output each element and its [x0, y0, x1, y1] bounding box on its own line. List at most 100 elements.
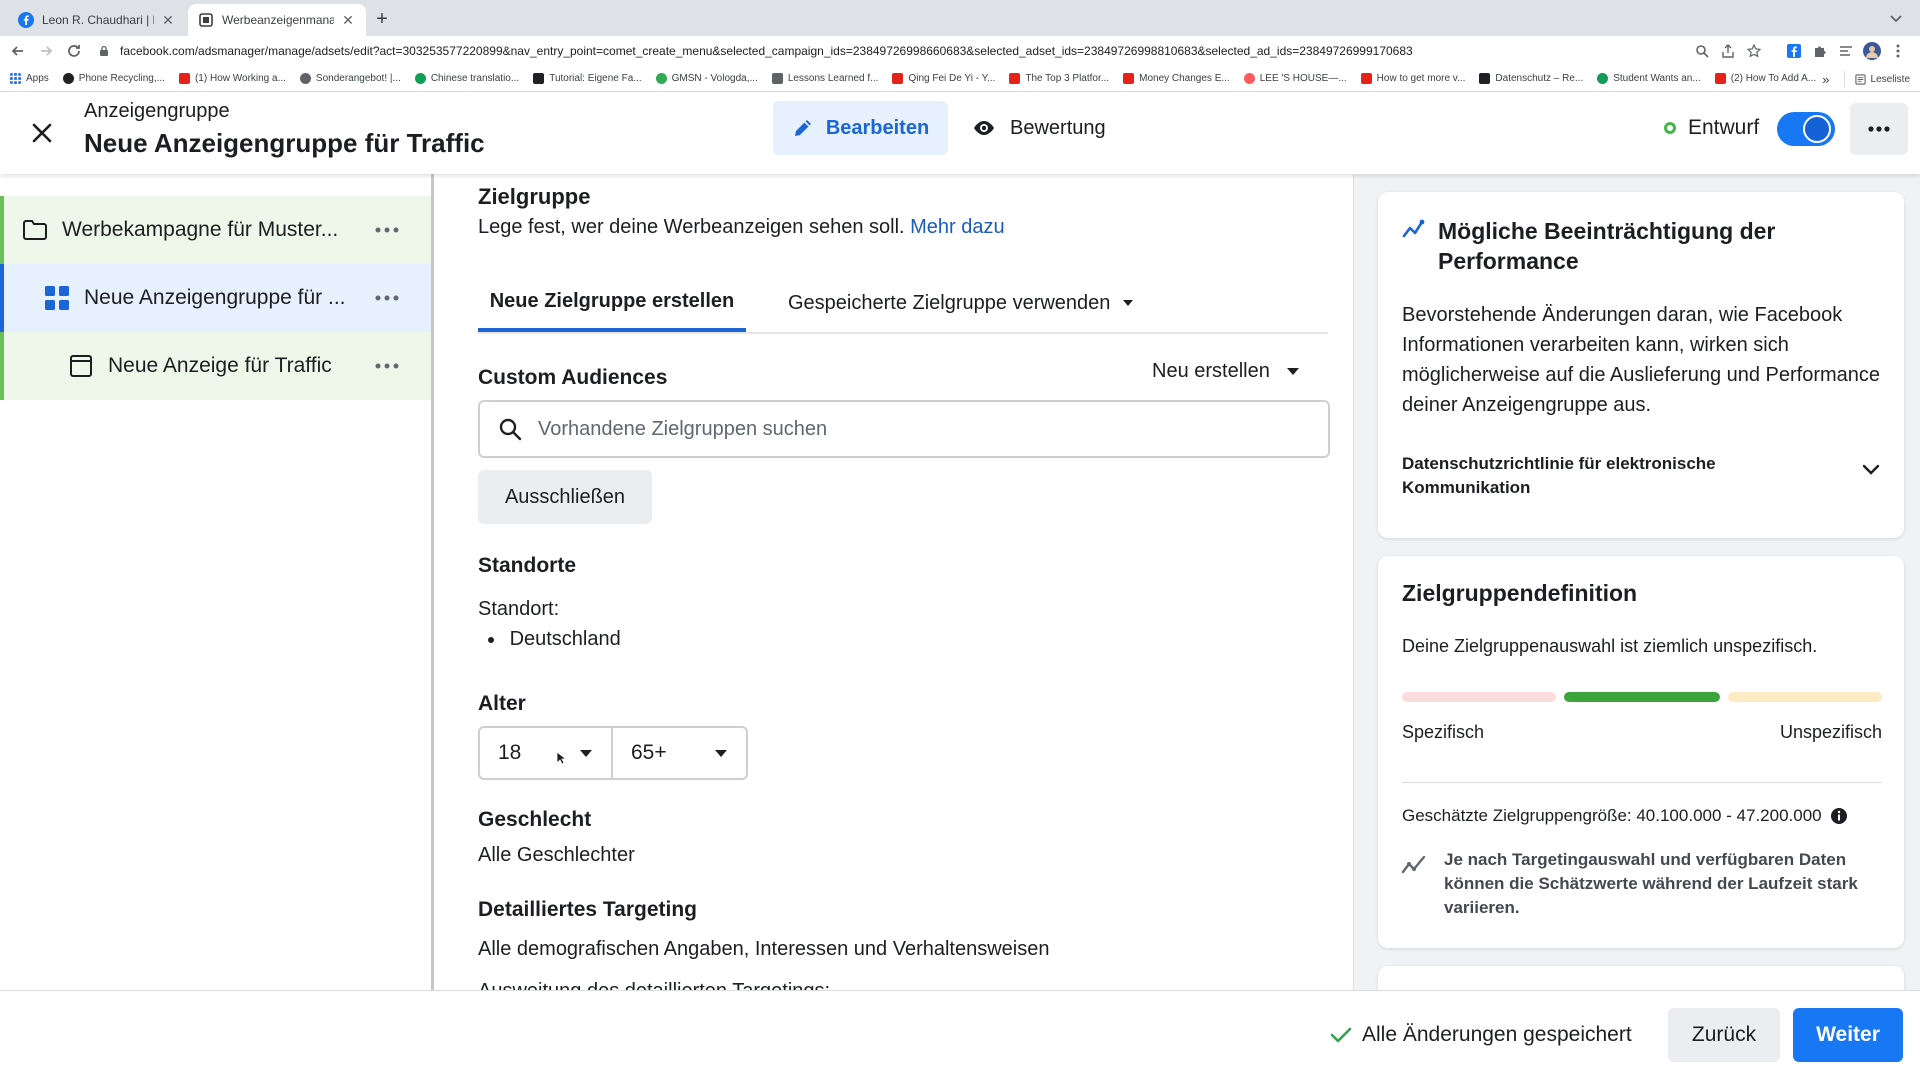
bookmark-item[interactable]: (1) How Working a...: [178, 73, 286, 84]
tree-item-adset[interactable]: Neue Anzeigengruppe für ...: [0, 264, 431, 332]
more-dots-icon: [1868, 126, 1890, 132]
status-dot-icon: [1664, 122, 1676, 134]
estimated-audience-size: Geschätzte Zielgruppengröße: 40.100.000 …: [1402, 806, 1848, 826]
more-options-button[interactable]: [1850, 103, 1908, 155]
bookmarks-divider: [1843, 71, 1845, 87]
bookmark-item[interactable]: (2) How To Add A...: [1714, 73, 1816, 84]
more-dots-icon[interactable]: [373, 216, 401, 244]
bookmark-item[interactable]: Lessons Learned f...: [771, 73, 878, 84]
adsmanager-icon: [199, 13, 213, 27]
age-min-select[interactable]: 18: [480, 728, 613, 778]
bookmark-item[interactable]: Datenschutz – Re...: [1479, 73, 1583, 84]
star-icon[interactable]: [1744, 41, 1764, 61]
age-max-value: 65+: [631, 741, 667, 764]
location-label: Standort:: [478, 598, 560, 620]
bookmark-favicon-icon: [62, 73, 74, 84]
back-button[interactable]: Zurück: [1668, 1008, 1780, 1062]
tab-review-label: Bewertung: [1010, 116, 1106, 139]
address-bar: facebook.com/adsmanager/manage/adsets/ed…: [0, 36, 1920, 66]
youtube-icon: [178, 73, 190, 84]
chevron-down-icon[interactable]: [1862, 464, 1880, 476]
privacy-policy-expander[interactable]: Datenschutzrichtlinie für elektronische …: [1402, 452, 1802, 500]
hashtag-icon: [533, 73, 545, 84]
age-max-select[interactable]: 65+: [613, 728, 746, 778]
campaign-tree-panel: Werbekampagne für Muster... Neue Anzeige…: [0, 174, 434, 990]
pencil-icon: [794, 120, 811, 136]
save-status: Alle Änderungen gespeichert: [1330, 1023, 1632, 1047]
tab-saved-audience-label: Gespeicherte Zielgruppe verwenden: [788, 291, 1111, 314]
zoom-icon[interactable]: [1692, 41, 1712, 61]
more-dots-icon[interactable]: [373, 284, 401, 312]
reading-mode-icon[interactable]: [1836, 41, 1856, 61]
browser-tab-facebook[interactable]: Leon R. Chaudhari | Facebook ✕: [8, 4, 186, 36]
info-icon[interactable]: [1830, 807, 1848, 825]
bookmark-item[interactable]: LEE 'S HOUSE—...: [1243, 73, 1347, 84]
bookmark-apps[interactable]: Apps: [10, 73, 49, 84]
bookmark-item[interactable]: The Top 3 Platfor...: [1009, 73, 1109, 84]
tab-edit[interactable]: Bearbeiten: [773, 101, 948, 155]
tree-item-campaign[interactable]: Werbekampagne für Muster...: [0, 196, 431, 264]
share-icon[interactable]: [1718, 41, 1738, 61]
bookmark-item[interactable]: Chinese translatio...: [414, 73, 519, 84]
bookmark-item[interactable]: Qing Fei De Yi - Y...: [892, 73, 995, 84]
exclude-button[interactable]: Ausschließen: [478, 470, 652, 524]
bookmark-item[interactable]: How to get more v...: [1360, 73, 1465, 84]
meter-label-specific: Spezifisch: [1402, 722, 1485, 742]
meter-segment-broad: [1728, 692, 1882, 702]
reload-icon[interactable]: [60, 37, 88, 65]
back-arrow-icon[interactable]: [4, 37, 32, 65]
youtube-icon: [892, 73, 904, 84]
facebook-extension-icon[interactable]: [1784, 41, 1804, 61]
youtube-icon: [1123, 73, 1135, 84]
draft-status: Entwurf: [1664, 116, 1759, 140]
bookmark-item[interactable]: Student Wants an...: [1597, 73, 1701, 84]
tree-item-label: Neue Anzeige für Traffic: [108, 354, 332, 377]
url-text: facebook.com/adsmanager/manage/adsets/ed…: [120, 44, 1413, 58]
forward-arrow-icon[interactable]: [32, 37, 60, 65]
more-dots-icon[interactable]: [373, 352, 401, 380]
bookmark-item[interactable]: Sonderangebot! |...: [299, 73, 401, 84]
bookmark-item[interactable]: Phone Recycling,...: [62, 73, 165, 84]
search-input[interactable]: [538, 417, 1328, 441]
puzzle-icon[interactable]: [1810, 41, 1830, 61]
adset-toggle[interactable]: [1777, 112, 1835, 146]
avatar[interactable]: [1862, 41, 1882, 61]
new-tab-button[interactable]: +: [370, 8, 394, 32]
airbnb-icon: [1243, 73, 1255, 84]
bookmark-item[interactable]: Money Changes E...: [1123, 73, 1230, 84]
tree-item-ad[interactable]: Neue Anzeige für Traffic: [0, 332, 431, 400]
close-icon[interactable]: ✕: [340, 12, 356, 28]
section-title-locations: Standorte: [478, 554, 577, 577]
next-insight-card: [1378, 966, 1904, 990]
close-icon: [32, 123, 52, 143]
kebab-menu-icon[interactable]: [1888, 41, 1908, 61]
close-icon[interactable]: ✕: [160, 12, 176, 28]
browser-tab-adsmanager[interactable]: Werbeanzeigenmanager - Wer ✕: [188, 4, 366, 36]
browser-tab-bar: Leon R. Chaudhari | Facebook ✕ Werbeanze…: [0, 0, 1920, 36]
reading-list-icon: [1854, 73, 1866, 85]
section-title-age: Alter: [478, 692, 526, 715]
url-field[interactable]: facebook.com/adsmanager/manage/adsets/ed…: [98, 38, 1692, 64]
tab-review[interactable]: Bewertung: [972, 101, 1106, 155]
performance-warning-text: Bevorstehende Änderungen daran, wie Face…: [1402, 304, 1881, 416]
bookmark-favicon-icon: [771, 73, 783, 84]
tab-saved-audience[interactable]: Gespeicherte Zielgruppe verwenden: [788, 274, 1134, 332]
learn-more-link[interactable]: Mehr dazu: [910, 216, 1005, 238]
bookmark-item[interactable]: Tutorial: Eigene Fa...: [533, 73, 642, 84]
trend-line-icon: [1402, 219, 1425, 238]
chevron-down-icon[interactable]: [1888, 10, 1904, 26]
apps-grid-icon: [10, 73, 21, 84]
youtube-icon: [1360, 73, 1372, 84]
tab-new-audience[interactable]: Neue Zielgruppe erstellen: [478, 274, 746, 332]
next-button[interactable]: Weiter: [1793, 1008, 1903, 1062]
header-subtitle: Anzeigengruppe: [84, 100, 230, 122]
create-new-label: Neu erstellen: [1152, 360, 1270, 382]
reading-list-button[interactable]: Leseliste: [1854, 73, 1910, 85]
audience-search[interactable]: [478, 400, 1330, 458]
bookmark-item[interactable]: GMSN - Vologda,...: [655, 73, 758, 84]
youtube-icon: [1714, 73, 1726, 84]
bookmarks-overflow-button[interactable]: »: [1822, 72, 1829, 87]
create-new-dropdown[interactable]: Neu erstellen: [1152, 360, 1300, 383]
meter-segment-active: [1564, 692, 1720, 702]
close-editor-button[interactable]: [26, 117, 58, 149]
